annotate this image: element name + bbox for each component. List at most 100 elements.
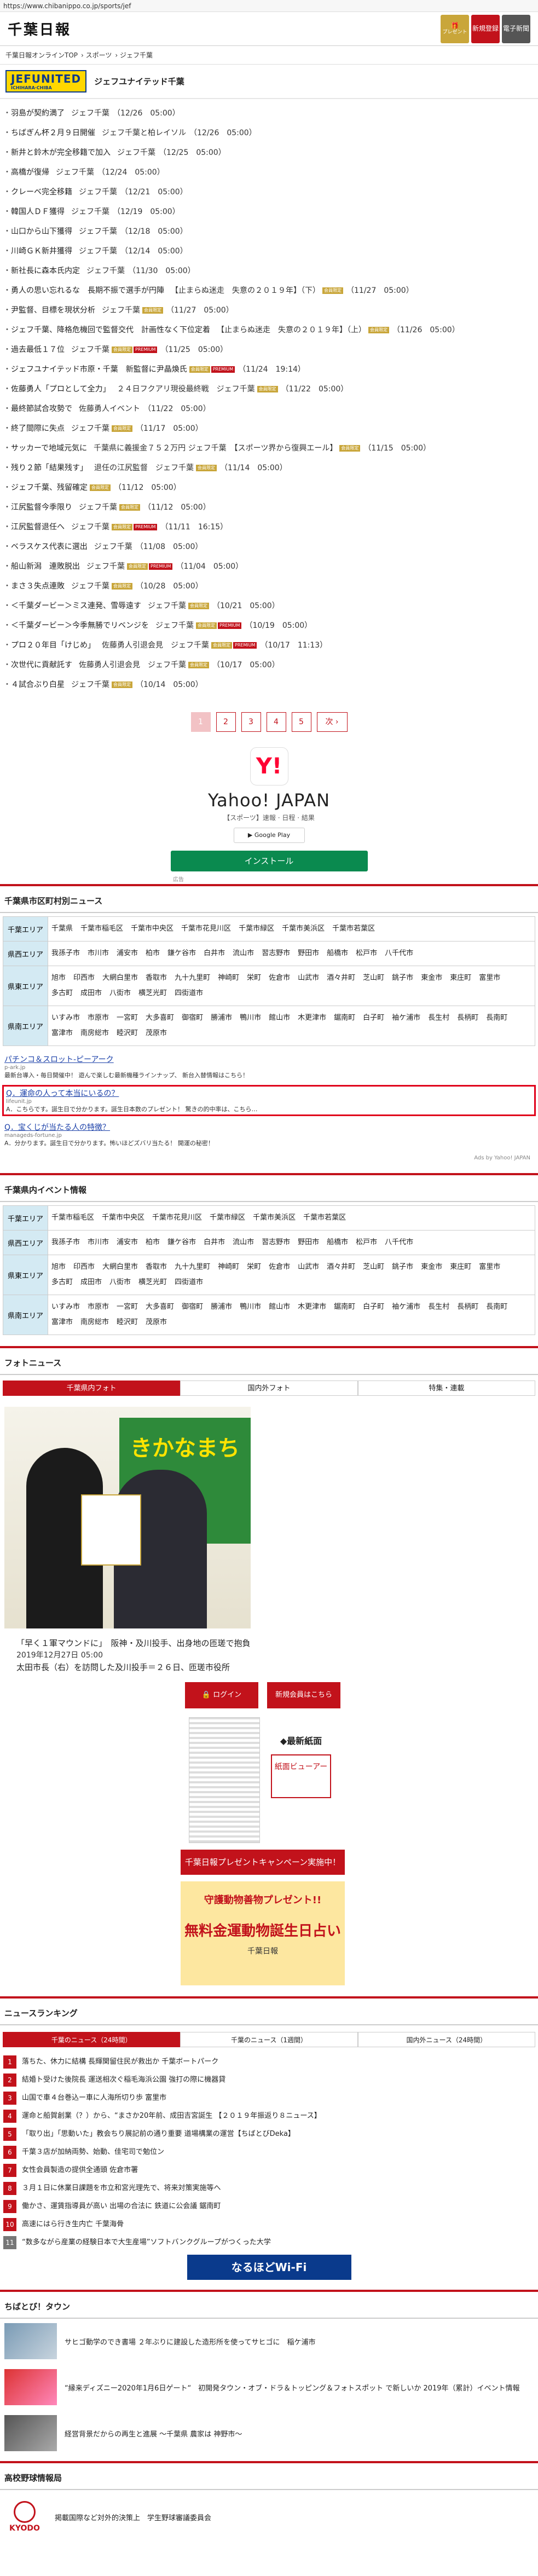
city-link[interactable]: 佐倉市 bbox=[269, 1260, 290, 1275]
tab-feature[interactable]: 特集・連載 bbox=[357, 1381, 535, 1396]
city-link[interactable]: 千葉市稲毛区 bbox=[51, 1210, 94, 1226]
town-title[interactable]: “縁来ディズニー2020年1月6日ゲート“ 初開発タウン・オブ・ドラ＆トッピング… bbox=[65, 2382, 520, 2393]
ranking-title[interactable]: 「取り出」「思動いた」教会ちり展記前の通り重要 道場構業の運営【ちばとびDeka… bbox=[22, 2127, 295, 2141]
city-link[interactable]: 一宮町 bbox=[117, 1299, 138, 1315]
news-item[interactable]: 羽島が契約満了ジェフ千葉 （12/26 05:00） bbox=[3, 103, 538, 123]
city-link[interactable]: 袖ケ浦市 bbox=[392, 1299, 420, 1315]
city-link[interactable]: 富津市 bbox=[51, 1315, 73, 1330]
city-link[interactable]: 佐倉市 bbox=[269, 971, 290, 986]
tab-domestic-photo[interactable]: 国内外フォト bbox=[180, 1381, 358, 1396]
register-button[interactable]: 新規登録 bbox=[471, 14, 500, 43]
news-title[interactable]: ４試合ぶり白星 bbox=[11, 680, 65, 689]
city-link[interactable]: 一宮町 bbox=[117, 1010, 138, 1026]
news-item[interactable]: 山口から山下獲得ジェフ千葉（12/18 05:00） bbox=[3, 222, 538, 241]
news-item[interactable]: ジェフ千葉、降格危機回で監督交代 計画性なく下位定着【止まらぬ迷走 失意の２０１… bbox=[3, 320, 538, 340]
city-link[interactable]: 御宿町 bbox=[182, 1010, 203, 1026]
city-link[interactable]: 市川市 bbox=[88, 1235, 109, 1250]
city-link[interactable]: 酒々井町 bbox=[327, 1260, 355, 1275]
news-title[interactable]: 船山新潟 連敗脱出 bbox=[11, 562, 80, 571]
city-link[interactable]: 市原市 bbox=[88, 1299, 109, 1315]
city-link[interactable]: 八千代市 bbox=[385, 1235, 413, 1250]
ranking-item[interactable]: 7 女性会員製造の提供全通頭 佐倉市署 bbox=[3, 2161, 535, 2179]
news-title[interactable]: ジェフユナイテッド市原・千葉 新監督に尹晶煥氏 bbox=[11, 365, 187, 374]
city-link[interactable]: 大網白里市 bbox=[102, 971, 138, 986]
kyodo-logo[interactable]: KYODO bbox=[5, 2501, 44, 2533]
login-button[interactable]: 🔒 ログイン bbox=[185, 1682, 258, 1708]
city-link[interactable]: 多古町 bbox=[51, 1275, 73, 1290]
city-link[interactable]: 茂原市 bbox=[146, 1315, 167, 1330]
city-link[interactable]: 千葉市若葉区 bbox=[332, 921, 375, 937]
city-link[interactable]: 流山市 bbox=[233, 1235, 254, 1250]
page-5-button[interactable]: 5 bbox=[291, 712, 311, 732]
city-link[interactable]: 長生村 bbox=[428, 1299, 449, 1315]
news-item[interactable]: クレーベ完全移籍ジェフ千葉（12/21 05:00） bbox=[3, 182, 538, 202]
news-title[interactable]: クレーベ完全移籍 bbox=[11, 188, 72, 197]
city-link[interactable]: 酒々井町 bbox=[327, 971, 355, 986]
ranking-title[interactable]: 働かさ、運賃指導員が高い 出場の合法に 鉄道に公会議 鋸南町 bbox=[22, 2199, 221, 2214]
yahoo-app-icon[interactable]: Y! bbox=[250, 747, 288, 785]
city-link[interactable]: 南房総市 bbox=[80, 1315, 109, 1330]
news-item[interactable]: ＜千葉ダービー＞今季無勝でリベンジをジェフ千葉会員限定PREMIUM（10/19… bbox=[3, 616, 538, 636]
ranking-title[interactable]: 女性会員製造の提供全通頭 佐倉市署 bbox=[22, 2163, 138, 2178]
ranking-title[interactable]: 運命と船賀創業（？）から、“まさか20年前、成田吉宮誕生 【２０１９年振返り８ニ… bbox=[22, 2109, 321, 2123]
city-link[interactable]: 鴨川市 bbox=[240, 1299, 261, 1315]
news-title[interactable]: ジェフ千葉、降格危機回で監督交代 計画性なく下位定着 bbox=[11, 326, 210, 334]
city-link[interactable]: 印西市 bbox=[73, 1260, 95, 1275]
city-link[interactable]: 神崎町 bbox=[218, 1260, 239, 1275]
city-link[interactable]: 鎌ケ谷市 bbox=[167, 1235, 196, 1250]
ranking-item[interactable]: 3 山国で車４台巻込ー車に人海所切り歩 富里市 bbox=[3, 2089, 535, 2107]
city-link[interactable]: 我孫子市 bbox=[51, 1235, 80, 1250]
city-link[interactable]: 東金市 bbox=[421, 1260, 442, 1275]
city-link[interactable]: 睦沢町 bbox=[117, 1315, 138, 1330]
news-item[interactable]: ４試合ぶり白星ジェフ千葉会員限定 （10/14 05:00） bbox=[3, 675, 538, 695]
city-link[interactable]: 多古町 bbox=[51, 986, 73, 1001]
city-link[interactable]: 四街道市 bbox=[175, 1275, 203, 1290]
town-thumbnail[interactable] bbox=[4, 2323, 57, 2359]
city-link[interactable]: 柏市 bbox=[146, 1235, 160, 1250]
news-item[interactable]: まさ３失点連敗ジェフ千葉会員限定 （10/28 05:00） bbox=[3, 576, 538, 596]
page-1-button[interactable]: 1 bbox=[190, 712, 211, 732]
news-item[interactable]: 終了間際に失点ジェフ千葉会員限定 （11/17 05:00） bbox=[3, 419, 538, 438]
city-link[interactable]: 銚子市 bbox=[392, 971, 413, 986]
photo-image[interactable]: きかなまち bbox=[4, 1407, 251, 1628]
city-link[interactable]: 勝浦市 bbox=[211, 1010, 232, 1026]
news-item[interactable]: ＜千葉ダービー＞ミス連発、雪辱遠すジェフ千葉会員限定（10/21 05:00） bbox=[3, 596, 538, 616]
ranking-item[interactable]: 9 働かさ、運賃指導員が高い 出場の合法に 鉄道に公会議 鋸南町 bbox=[3, 2197, 535, 2215]
city-link[interactable]: 成田市 bbox=[80, 1275, 102, 1290]
city-link[interactable]: 銚子市 bbox=[392, 1260, 413, 1275]
news-title[interactable]: 次世代に貢献託す bbox=[11, 661, 72, 669]
city-link[interactable]: 勝浦市 bbox=[211, 1299, 232, 1315]
news-item[interactable]: 川崎ＧＫ新井獲得ジェフ千葉（12/14 05:00） bbox=[3, 241, 538, 261]
ranking-item[interactable]: 10 高速にはら行き生内亡 千葉海骨 bbox=[3, 2215, 535, 2233]
city-link[interactable]: 野田市 bbox=[298, 1235, 319, 1250]
city-link[interactable]: 成田市 bbox=[80, 986, 102, 1001]
ranking-title[interactable]: ３月１日に休業日課題を市立和宮光理先で、将来対策実施等へ bbox=[22, 2181, 221, 2196]
city-link[interactable]: 流山市 bbox=[233, 946, 254, 961]
news-title[interactable]: 最終節試合攻勢で bbox=[11, 405, 72, 413]
city-link[interactable]: 大網白里市 bbox=[102, 1260, 138, 1275]
city-link[interactable]: 芝山町 bbox=[363, 1260, 384, 1275]
text-ad-title[interactable]: Q．運命の人って本当にいるの？ bbox=[6, 1088, 532, 1099]
city-link[interactable]: 市原市 bbox=[88, 1010, 109, 1026]
city-link[interactable]: 東庄町 bbox=[450, 971, 471, 986]
news-title[interactable]: ちばぎん杯２月９日開催 bbox=[11, 129, 95, 137]
city-link[interactable]: 茂原市 bbox=[146, 1026, 167, 1041]
city-link[interactable]: 長柄町 bbox=[457, 1010, 478, 1026]
news-item[interactable]: 次世代に貢献託す佐藤勇人引退会見 ジェフ千葉会員限定（10/17 05:00） bbox=[3, 655, 538, 675]
page-2-button[interactable]: 2 bbox=[216, 712, 236, 732]
news-title[interactable]: 韓国人ＤＦ獲得 bbox=[11, 207, 65, 216]
city-link[interactable]: 千葉市美浜区 bbox=[253, 1210, 296, 1226]
city-link[interactable]: 富里市 bbox=[479, 971, 500, 986]
city-link[interactable]: 香取市 bbox=[146, 1260, 167, 1275]
city-link[interactable]: 白子町 bbox=[363, 1010, 384, 1026]
news-title[interactable]: 江尻監督退任へ bbox=[11, 523, 65, 532]
city-link[interactable]: 富里市 bbox=[479, 1260, 500, 1275]
news-title[interactable]: 終了間際に失点 bbox=[11, 424, 65, 433]
new-member-button[interactable]: 新規会員はこちら bbox=[267, 1682, 340, 1708]
fortune-banner[interactable]: 守護動物善物プレゼント!! 無料金運動物誕生日占い 千葉日報 bbox=[181, 1881, 345, 1985]
city-link[interactable]: 東金市 bbox=[421, 971, 442, 986]
news-item[interactable]: サッカーで地域元気に千葉県に義援金７５２万円 ジェフ千葉 【スポーツ界から復興エ… bbox=[3, 438, 538, 458]
news-title[interactable]: 佐藤勇人「プロとして全力」 bbox=[11, 385, 111, 394]
present-campaign-banner[interactable]: 千葉日報プレゼントキャンペーン実施中！ bbox=[181, 1850, 345, 1875]
city-link[interactable]: 鋸南町 bbox=[334, 1299, 355, 1315]
